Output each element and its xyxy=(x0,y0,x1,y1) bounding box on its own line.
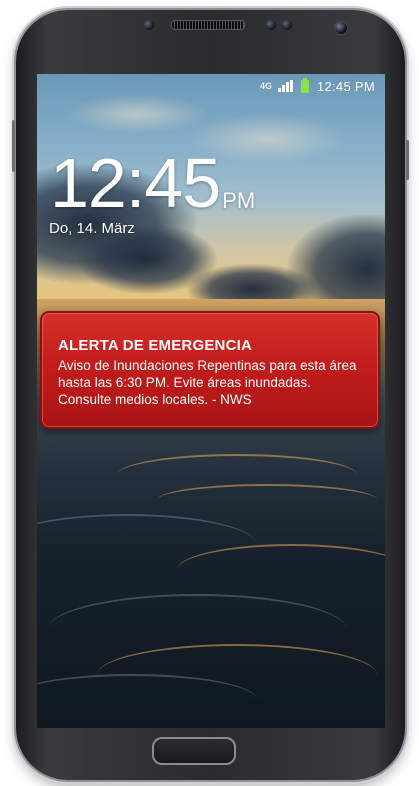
alert-title: ALERTA DE EMERGENCIA xyxy=(58,337,253,354)
phone-frame: 4G 12:45 PM 12:45 PM Do, 14. März ALERTA… xyxy=(12,10,409,780)
network-4g-icon: 4G xyxy=(259,80,272,91)
emergency-alert-card[interactable]: ALERTA DE EMERGENCIA Aviso de Inundacion… xyxy=(40,311,380,429)
proximity-sensor-icon xyxy=(144,20,154,30)
signal-bars-icon xyxy=(277,80,293,92)
clock-time: 12:45 xyxy=(50,144,221,222)
lock-screen-date: Do, 14. März xyxy=(49,220,135,237)
status-bar-time: 12:45 PM xyxy=(316,78,375,94)
lock-screen-clock: 12:45 PM xyxy=(50,144,256,222)
wallpaper-cloud xyxy=(67,94,207,134)
volume-button[interactable] xyxy=(12,120,15,172)
power-button[interactable] xyxy=(406,140,409,180)
lock-screen[interactable]: 4G 12:45 PM 12:45 PM Do, 14. März ALERTA… xyxy=(37,74,385,728)
light-sensor-icon xyxy=(266,20,276,30)
status-bar: 4G 12:45 PM xyxy=(37,74,385,98)
clock-ampm: PM xyxy=(222,188,256,213)
alert-message: Aviso de Inundaciones Repentinas para es… xyxy=(58,358,357,407)
earpiece-speaker-icon xyxy=(171,20,245,30)
front-camera-icon xyxy=(334,21,348,35)
ir-sensor-icon xyxy=(282,20,292,30)
wallpaper-wave xyxy=(157,484,377,516)
battery-icon xyxy=(300,77,309,93)
home-button-icon[interactable] xyxy=(152,737,236,765)
